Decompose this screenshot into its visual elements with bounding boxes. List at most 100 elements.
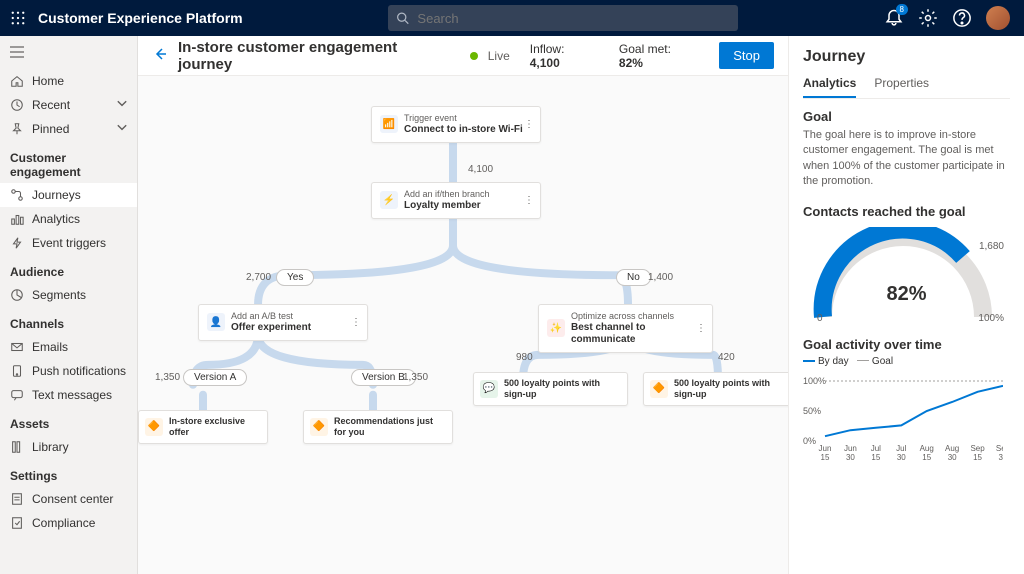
sidebar-item-segments[interactable]: Segments [0, 283, 137, 307]
more-icon[interactable]: ⋮ [524, 119, 534, 130]
points-icon: 🔶 [650, 380, 668, 398]
notifications-icon[interactable]: 8 [884, 8, 904, 28]
help-icon[interactable] [952, 8, 972, 28]
svg-text:50%: 50% [803, 406, 821, 416]
sidebar: HomeRecentPinned Customer engagementJour… [0, 36, 138, 574]
svg-text:0%: 0% [803, 436, 816, 446]
pill-version-a: Version A [183, 369, 247, 386]
page-title: In-store customer engagement journey [178, 39, 452, 73]
more-icon[interactable]: ⋮ [696, 323, 706, 334]
points-icon: 💬 [480, 380, 498, 398]
node-leaf[interactable]: 🔶 Recommendations just for you [303, 410, 453, 444]
node-leaf[interactable]: 🔶 500 loyalty points with sign-up [643, 372, 788, 406]
svg-text:Jun: Jun [844, 444, 857, 453]
goal-heading: Goal [803, 109, 1010, 124]
panel-title: Journey [803, 48, 1010, 66]
journey-canvas[interactable]: 📶 Trigger eventConnect to in-store Wi-Fi… [138, 76, 788, 574]
node-trigger[interactable]: 📶 Trigger eventConnect to in-store Wi-Fi… [371, 106, 541, 143]
offer-icon: 🔶 [145, 418, 163, 436]
goal-description: The goal here is to improve in-store cus… [803, 128, 1010, 190]
sidebar-item-pinned[interactable]: Pinned [0, 117, 137, 141]
goal-stat: Goal met: 82% [619, 42, 697, 70]
chevron-down-icon [115, 97, 129, 114]
app-title: Customer Experience Platform [38, 10, 243, 26]
sidebar-item-push-notifications[interactable]: Push notifications [0, 359, 137, 383]
inflow-stat: Inflow: 4,100 [530, 42, 597, 70]
svg-text:100%: 100% [803, 376, 826, 386]
breadcrumb: In-store customer engagement journey Liv… [138, 36, 788, 76]
nav-section-title: Settings [0, 459, 137, 487]
svg-text:Jul: Jul [896, 444, 906, 453]
notification-badge: 8 [896, 4, 908, 15]
node-leaf[interactable]: 🔶 In-store exclusive offer [138, 410, 268, 444]
side-panel: Journey Analytics Properties Goal The go… [788, 36, 1024, 574]
svg-text:Aug: Aug [945, 444, 959, 453]
sidebar-item-event-triggers[interactable]: Event triggers [0, 231, 137, 255]
node-optimize[interactable]: ✨ Optimize across channelsBest channel t… [538, 304, 713, 353]
sidebar-item-consent-center[interactable]: Consent center [0, 487, 137, 511]
gauge-chart: 82% 0 100% 1,680 [803, 227, 1010, 327]
nav-section-title: Customer engagement [0, 141, 137, 183]
count-label: 2,700 [246, 272, 271, 283]
svg-text:Sep: Sep [970, 444, 985, 453]
sidebar-item-journeys[interactable]: Journeys [0, 183, 137, 207]
more-icon[interactable]: ⋮ [351, 317, 361, 328]
count-label: 1,350 [155, 372, 180, 383]
svg-text:Aug: Aug [920, 444, 934, 453]
avatar[interactable] [986, 6, 1010, 30]
nav-section-title: Assets [0, 407, 137, 435]
nav-section-title: Channels [0, 307, 137, 335]
svg-text:30: 30 [948, 453, 957, 461]
search-box[interactable] [388, 5, 738, 31]
search-input[interactable] [417, 11, 730, 26]
optimize-icon: ✨ [547, 319, 565, 337]
sidebar-item-library[interactable]: Library [0, 435, 137, 459]
svg-text:Sep: Sep [996, 444, 1003, 453]
svg-text:30: 30 [846, 453, 855, 461]
tab-properties[interactable]: Properties [874, 76, 929, 98]
count-label: 4,100 [468, 164, 493, 175]
wifi-icon: 📶 [380, 115, 398, 133]
gauge-percent: 82% [886, 283, 926, 306]
chevron-down-icon [115, 121, 129, 138]
app-launcher-icon[interactable] [8, 8, 28, 28]
rec-icon: 🔶 [310, 418, 328, 436]
svg-text:15: 15 [821, 453, 830, 461]
tab-analytics[interactable]: Analytics [803, 76, 856, 98]
sidebar-item-home[interactable]: Home [0, 69, 137, 93]
sidebar-item-analytics[interactable]: Analytics [0, 207, 137, 231]
node-leaf[interactable]: 💬 500 loyalty points with sign-up [473, 372, 628, 406]
more-icon[interactable]: ⋮ [524, 195, 534, 206]
pill-no: No [616, 269, 651, 286]
sidebar-item-text-messages[interactable]: Text messages [0, 383, 137, 407]
count-label: 420 [718, 352, 735, 363]
sidebar-item-recent[interactable]: Recent [0, 93, 137, 117]
sidebar-item-compliance[interactable]: Compliance [0, 511, 137, 535]
menu-toggle-icon[interactable] [0, 42, 137, 69]
nav-section-title: Audience [0, 255, 137, 283]
svg-text:Jun: Jun [819, 444, 832, 453]
stop-button[interactable]: Stop [719, 42, 774, 69]
status-dot-icon [470, 52, 478, 60]
activity-heading: Goal activity over time [803, 337, 1010, 352]
count-label: 980 [516, 352, 533, 363]
activity-chart: 0%50%100%Jun15Jun30Jul15Jul30Aug15Aug30S… [803, 371, 1010, 461]
svg-text:15: 15 [973, 453, 982, 461]
count-label: 1,350 [403, 372, 428, 383]
count-label: 1,400 [648, 272, 673, 283]
node-abtest[interactable]: 👤 Add an A/B testOffer experiment ⋮ [198, 304, 368, 341]
status-label: Live [488, 49, 510, 63]
svg-text:15: 15 [871, 453, 880, 461]
contacts-heading: Contacts reached the goal [803, 204, 1010, 219]
abtest-icon: 👤 [207, 313, 225, 331]
branch-icon: ⚡ [380, 191, 398, 209]
back-arrow-icon[interactable] [152, 46, 168, 65]
chart-legend: By day Goal [803, 356, 1010, 367]
svg-text:30: 30 [897, 453, 906, 461]
svg-text:15: 15 [922, 453, 931, 461]
node-branch[interactable]: ⚡ Add an if/then branchLoyalty member ⋮ [371, 182, 541, 219]
svg-text:30: 30 [999, 453, 1003, 461]
sidebar-item-emails[interactable]: Emails [0, 335, 137, 359]
settings-icon[interactable] [918, 8, 938, 28]
pill-yes: Yes [276, 269, 314, 286]
